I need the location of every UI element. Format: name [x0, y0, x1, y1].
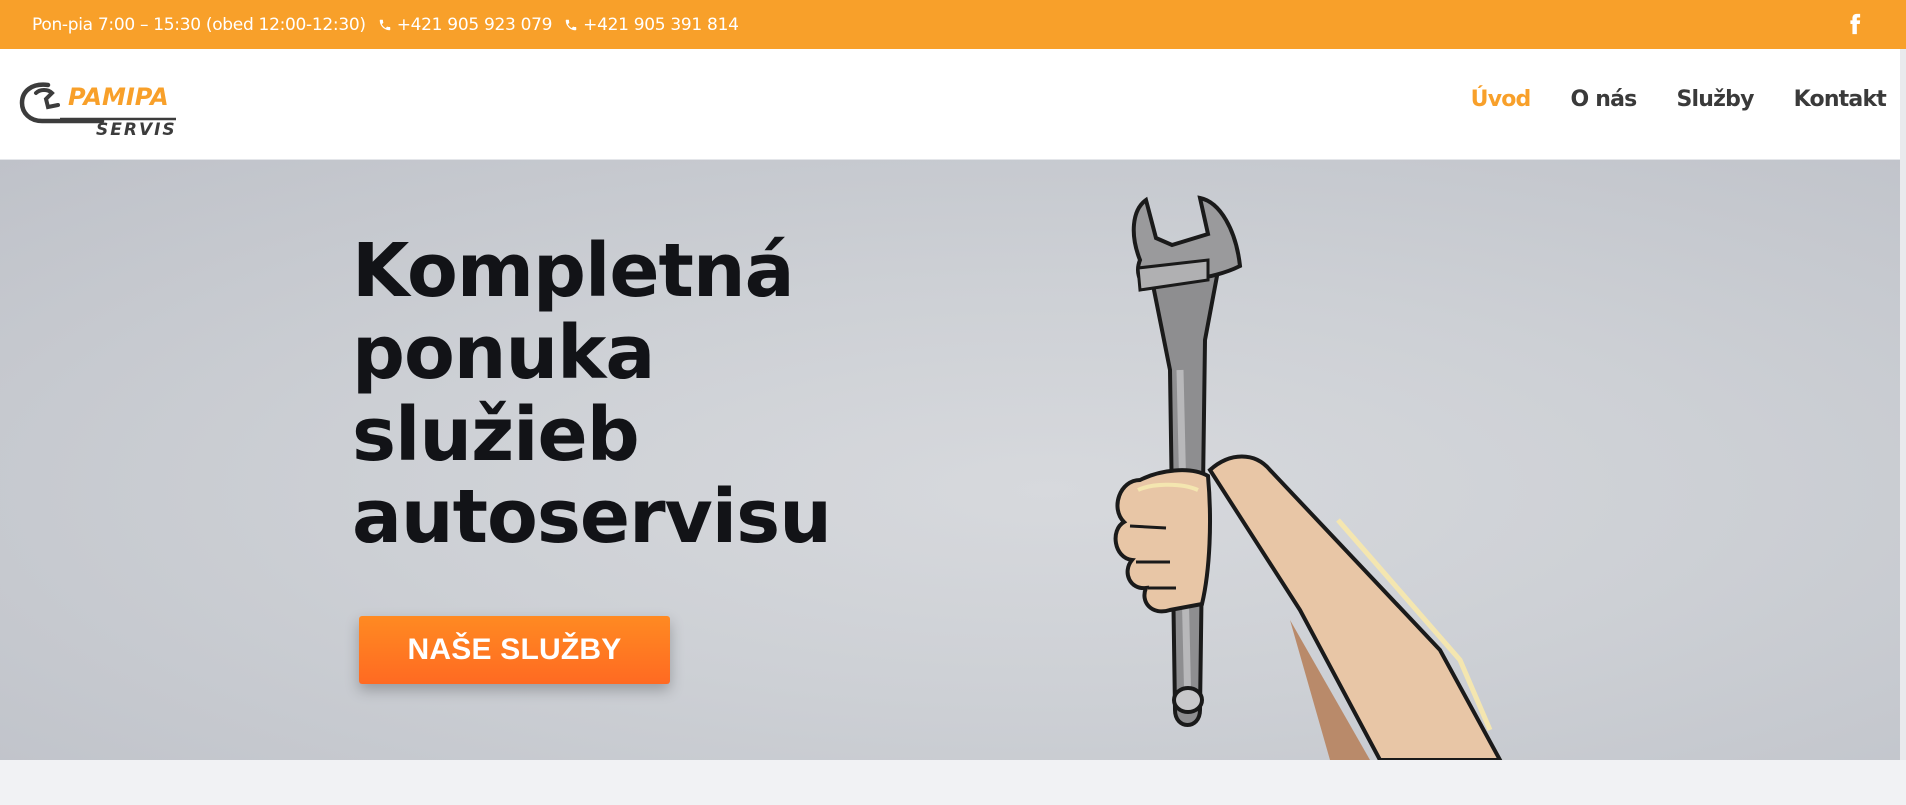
- site-logo[interactable]: PAMIPA SERVIS: [18, 79, 180, 140]
- nav-kontakt[interactable]: Kontakt: [1794, 87, 1887, 112]
- top-info-bar: Pon-pia 7:00 – 15:30 (obed 12:00-12:30) …: [0, 0, 1906, 49]
- phone-2[interactable]: +421 905 391 814: [564, 14, 739, 35]
- nav-o-nas[interactable]: O nás: [1571, 87, 1638, 112]
- nav-sluzby[interactable]: Služby: [1676, 87, 1754, 112]
- phone-icon: [379, 19, 390, 30]
- nav-uvod[interactable]: Úvod: [1471, 87, 1532, 112]
- phone-number-2: +421 905 391 814: [583, 14, 739, 35]
- phone-icon: [565, 19, 577, 30]
- site-header: PAMIPA SERVIS Úvod O nás Služby Kontakt: [0, 49, 1906, 160]
- services-cta-button[interactable]: NAŠE SLUŽBY: [359, 616, 670, 684]
- phone-1[interactable]: +421 905 923 079: [378, 15, 552, 35]
- logo-name: PAMIPA: [68, 83, 169, 111]
- logo-sub: SERVIS: [96, 120, 177, 137]
- phone-number-1: +421 905 923 079: [396, 14, 553, 35]
- contact-info: Pon-pia 7:00 – 15:30 (obed 12:00-12:30) …: [0, 15, 739, 35]
- main-navigation: Úvod O nás Služby Kontakt: [1431, 87, 1887, 112]
- hero-title-line: Kompletná: [352, 228, 795, 314]
- hero-section: Kompletná ponuka služieb autoservisu NAŠ…: [0, 160, 1906, 760]
- hero-title-line: ponuka: [352, 310, 655, 396]
- hero-title-line: autoservisu: [352, 474, 832, 560]
- hero-title-line: služieb: [352, 392, 640, 478]
- opening-hours: Pon-pia 7:00 – 15:30 (obed 12:00-12:30): [32, 14, 366, 35]
- page-scroll-edge: [1900, 49, 1906, 760]
- hand-holding-wrench-illustration: [1113, 195, 1503, 760]
- hero-title: Kompletná ponuka služieb autoservisu: [352, 230, 912, 558]
- facebook-icon[interactable]: [1842, 11, 1868, 37]
